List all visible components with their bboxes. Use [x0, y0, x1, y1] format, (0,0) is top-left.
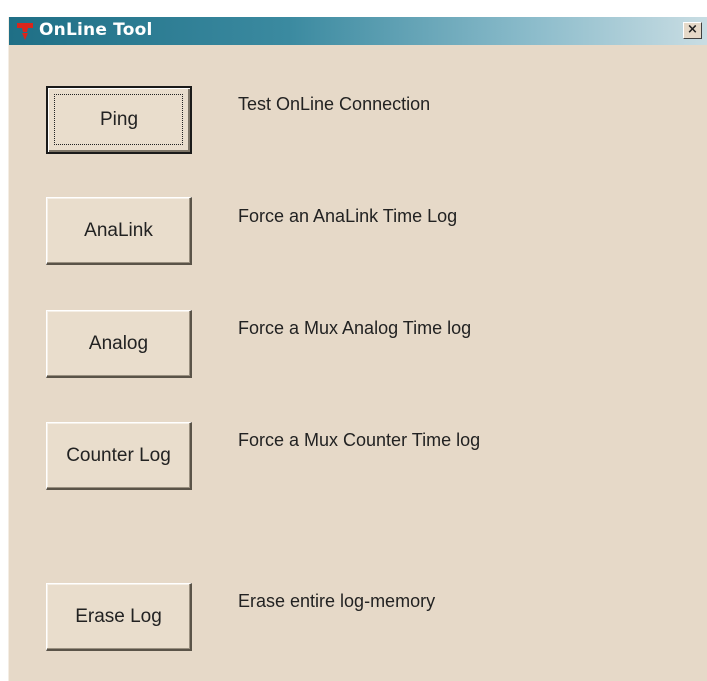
- analink-button[interactable]: AnaLink: [46, 197, 192, 265]
- erase-log-description: Erase entire log-memory: [238, 591, 436, 611]
- window-title: OnLine Tool: [39, 20, 153, 40]
- counter-log-button[interactable]: Counter Log: [46, 422, 192, 490]
- erase-log-button[interactable]: Erase Log: [46, 583, 192, 651]
- analink-description: Force an AnaLink Time Log: [238, 206, 458, 226]
- focus-rectangle: [54, 94, 183, 145]
- red-funnel-icon: [17, 23, 33, 40]
- ping-description: Test OnLine Connection: [238, 94, 431, 114]
- counter-log-description: Force a Mux Counter Time log: [238, 430, 481, 450]
- title-bar[interactable]: OnLine Tool ×: [9, 17, 707, 45]
- online-tool-dialog: OnLine Tool × Ping Test OnLine Connectio…: [8, 17, 707, 681]
- close-icon: ×: [687, 22, 698, 37]
- counter-log-button-label: Counter Log: [66, 444, 171, 466]
- close-button[interactable]: ×: [683, 22, 702, 39]
- analog-description: Force a Mux Analog Time log: [238, 318, 472, 338]
- erase-log-button-label: Erase Log: [75, 605, 162, 627]
- analog-button[interactable]: Analog: [46, 310, 192, 378]
- analink-button-label: AnaLink: [84, 219, 153, 241]
- analog-button-label: Analog: [88, 332, 149, 354]
- ping-button[interactable]: Ping: [46, 86, 192, 154]
